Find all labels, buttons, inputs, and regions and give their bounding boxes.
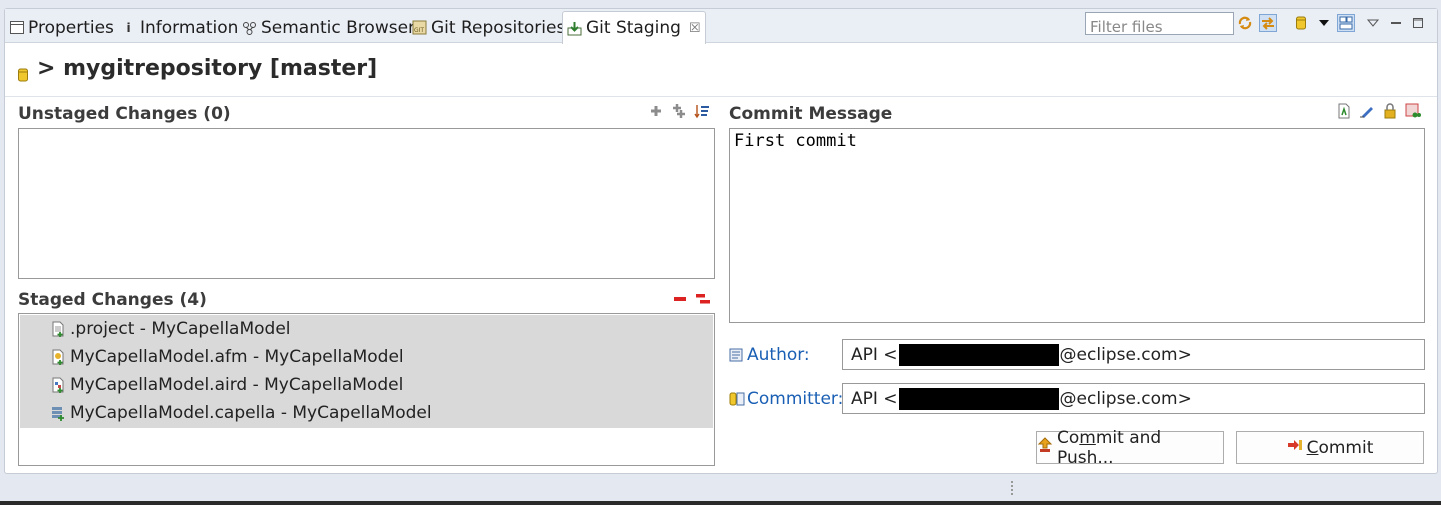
repository-title: > mygitrepository [master] bbox=[37, 56, 378, 81]
commit-toolbar bbox=[1335, 102, 1421, 119]
semantic-browser-icon bbox=[242, 20, 257, 35]
author-label-text: Author: bbox=[747, 345, 810, 365]
add-signed-off-by-icon[interactable] bbox=[1358, 102, 1375, 119]
commit-message-title: Commit Message bbox=[729, 104, 893, 124]
unstage-selected-icon[interactable] bbox=[671, 290, 688, 307]
tab-git-repositories[interactable]: GIT Git Repositories bbox=[412, 12, 565, 43]
repository-icon[interactable] bbox=[1292, 14, 1310, 32]
aird-file-added-icon bbox=[50, 377, 66, 393]
tab-information[interactable]: i Information bbox=[121, 12, 238, 43]
divider bbox=[5, 96, 1437, 97]
layout-toggle-icon[interactable] bbox=[1337, 14, 1355, 32]
tab-label: Properties bbox=[28, 17, 114, 38]
capella-file-added-icon bbox=[50, 405, 66, 421]
commit-message-text[interactable]: First commit bbox=[730, 129, 1424, 153]
committer-prefix: API < bbox=[851, 388, 898, 409]
tab-label: Git Repositories bbox=[431, 17, 566, 38]
sort-icon[interactable] bbox=[693, 102, 710, 119]
view-menu-icon[interactable] bbox=[1364, 14, 1382, 32]
author-suffix: @eclipse.com> bbox=[1059, 344, 1192, 365]
staged-file-item[interactable]: .project - MyCapellaModel bbox=[20, 315, 713, 343]
staged-file-name: MyCapellaModel.afm - MyCapellaModel bbox=[70, 347, 404, 367]
committer-field[interactable]: API < @eclipse.com> bbox=[842, 383, 1425, 414]
add-change-id-icon[interactable] bbox=[1404, 102, 1421, 119]
author-icon bbox=[729, 347, 745, 363]
properties-icon bbox=[9, 20, 24, 35]
committer-label-text: Committer: bbox=[747, 389, 844, 409]
repository-icon bbox=[17, 64, 29, 81]
afm-file-added-icon bbox=[50, 349, 66, 365]
sign-commit-icon[interactable] bbox=[1381, 102, 1398, 119]
tab-label: Information bbox=[140, 17, 239, 38]
bottom-border bbox=[0, 501, 1441, 505]
staged-file-item[interactable]: MyCapellaModel.afm - MyCapellaModel bbox=[20, 343, 713, 371]
redacted-text bbox=[898, 343, 1059, 366]
committer-icon bbox=[729, 391, 745, 407]
staged-file-item[interactable]: MyCapellaModel.aird - MyCapellaModel bbox=[20, 371, 713, 399]
filter-files-input[interactable]: Filter files bbox=[1085, 12, 1234, 35]
staged-file-item[interactable]: MyCapellaModel.capella - MyCapellaModel bbox=[20, 399, 713, 427]
git-repositories-icon: GIT bbox=[412, 20, 427, 35]
tab-label: Semantic Browser bbox=[261, 17, 416, 38]
staged-file-name: MyCapellaModel.aird - MyCapellaModel bbox=[70, 375, 404, 395]
amend-commit-icon[interactable] bbox=[1335, 102, 1352, 119]
unstaged-changes-list[interactable] bbox=[18, 128, 715, 279]
resize-grip[interactable] bbox=[1011, 481, 1014, 495]
commit-and-push-icon bbox=[1037, 437, 1053, 458]
unstage-all-icon[interactable] bbox=[694, 290, 711, 307]
minimize-icon[interactable] bbox=[1387, 14, 1405, 32]
repository-heading: > mygitrepository [master] bbox=[17, 56, 377, 81]
unstaged-toolbar bbox=[647, 102, 710, 119]
staged-file-name: .project - MyCapellaModel bbox=[70, 319, 291, 339]
committer-suffix: @eclipse.com> bbox=[1059, 388, 1192, 409]
staged-file-name: MyCapellaModel.capella - MyCapellaModel bbox=[70, 403, 432, 423]
staged-changes-title: Staged Changes (4) bbox=[18, 290, 207, 310]
git-staging-icon bbox=[567, 21, 582, 36]
commit-message-textarea[interactable]: First commit bbox=[729, 128, 1425, 323]
git-staging-view: Properties i Information Semantic Browse… bbox=[4, 8, 1438, 474]
tab-git-staging[interactable]: Git Staging ☒ bbox=[562, 11, 706, 44]
svg-text:GIT: GIT bbox=[414, 27, 424, 34]
commit-and-push-label: Commit and Push... bbox=[1057, 427, 1162, 468]
staged-toolbar bbox=[671, 290, 711, 307]
tab-semantic-browser[interactable]: Semantic Browser bbox=[242, 12, 415, 43]
commit-and-push-button[interactable]: Commit and Push... bbox=[1036, 428, 1224, 468]
refresh-icon[interactable] bbox=[1236, 14, 1254, 32]
committer-label[interactable]: Committer: bbox=[729, 389, 843, 409]
redacted-text bbox=[898, 387, 1059, 410]
author-field[interactable]: API < @eclipse.com> bbox=[842, 339, 1425, 370]
tab-properties[interactable]: Properties bbox=[9, 12, 114, 43]
tab-label: Git Staging bbox=[586, 18, 681, 38]
commit-label: Commit bbox=[1306, 437, 1374, 458]
link-with-selection-icon[interactable] bbox=[1259, 14, 1277, 32]
author-label[interactable]: Author: bbox=[729, 345, 810, 365]
unstaged-changes-title: Unstaged Changes (0) bbox=[18, 104, 231, 124]
view-tab-bar: Properties i Information Semantic Browse… bbox=[5, 9, 1437, 44]
file-added-icon bbox=[50, 321, 66, 337]
stage-all-icon[interactable] bbox=[670, 102, 687, 119]
close-tab-icon[interactable]: ☒ bbox=[689, 21, 701, 36]
repository-dropdown-icon[interactable] bbox=[1315, 14, 1333, 32]
commit-icon bbox=[1287, 437, 1303, 458]
commit-button[interactable]: Commit bbox=[1236, 431, 1424, 464]
stage-selected-icon[interactable] bbox=[647, 102, 664, 119]
maximize-icon[interactable] bbox=[1409, 14, 1427, 32]
info-icon: i bbox=[126, 20, 131, 35]
author-prefix: API < bbox=[851, 344, 898, 365]
staged-changes-list[interactable]: .project - MyCapellaModel MyCapellaModel… bbox=[20, 315, 713, 428]
